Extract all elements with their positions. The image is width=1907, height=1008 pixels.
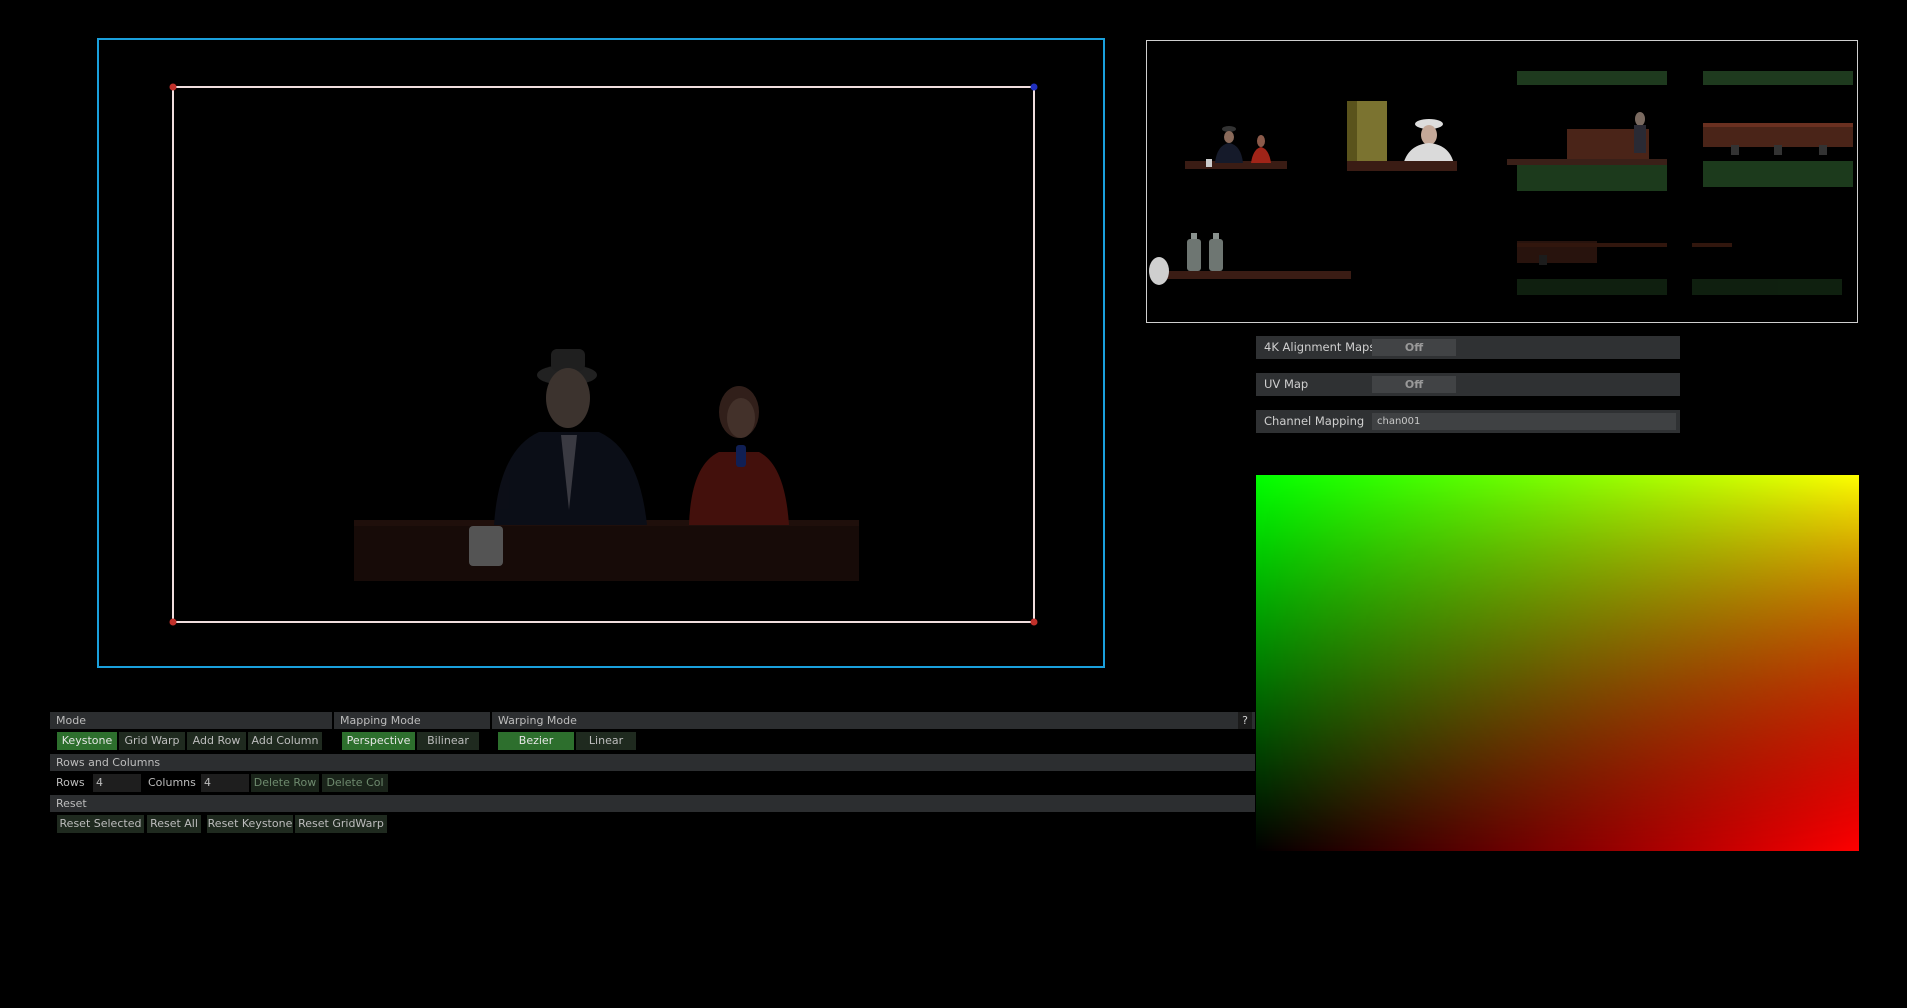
channel-mapping-label: Channel Mapping bbox=[1264, 414, 1365, 428]
alignment-maps-toggle[interactable]: Off bbox=[1372, 339, 1456, 356]
mode-grid-warp-button[interactable]: Grid Warp bbox=[119, 732, 185, 750]
warping-linear-button[interactable]: Linear bbox=[576, 732, 636, 750]
warping-bezier-button[interactable]: Bezier bbox=[498, 732, 574, 750]
thumbnail-grid bbox=[1149, 71, 1853, 295]
mode-keystone-button[interactable]: Keystone bbox=[57, 732, 117, 750]
rows-columns-header: Rows and Columns bbox=[50, 754, 1255, 771]
add-row-button[interactable]: Add Row bbox=[187, 732, 246, 750]
keystone-viewport[interactable] bbox=[97, 38, 1105, 668]
mode-header: Mode bbox=[50, 712, 332, 729]
channel-mapping-field[interactable]: chan001 bbox=[1372, 413, 1676, 430]
uv-map-row: UV Map Off bbox=[1256, 373, 1680, 396]
warping-mode-header: Warping Mode bbox=[492, 712, 1255, 729]
mapping-perspective-button[interactable]: Perspective bbox=[342, 732, 415, 750]
uv-gradient-red-channel bbox=[1256, 475, 1859, 851]
corner-handle-top-right[interactable] bbox=[1030, 83, 1038, 91]
thumbnail-counter bbox=[1703, 71, 1853, 187]
rows-label: Rows bbox=[56, 776, 85, 789]
columns-label: Columns bbox=[148, 776, 196, 789]
corner-handle-top-left[interactable] bbox=[169, 83, 177, 91]
scene-figures bbox=[354, 349, 859, 581]
corner-handle-bottom-left[interactable] bbox=[169, 618, 177, 626]
thumbnail-couple bbox=[1185, 126, 1287, 169]
help-button[interactable]: ? bbox=[1238, 712, 1252, 729]
uv-gradient-preview bbox=[1256, 475, 1859, 851]
reset-keystone-button[interactable]: Reset Keystone bbox=[207, 815, 293, 833]
uv-map-label: UV Map bbox=[1264, 377, 1309, 391]
channel-mapping-row: Channel Mapping chan001 bbox=[1256, 410, 1680, 433]
alignment-maps-label: 4K Alignment Maps bbox=[1264, 340, 1376, 354]
add-column-button[interactable]: Add Column bbox=[248, 732, 322, 750]
corner-handle-bottom-right[interactable] bbox=[1030, 618, 1038, 626]
viewport-canvas bbox=[169, 83, 1038, 626]
columns-input[interactable]: 4 bbox=[201, 774, 249, 792]
thumbnail-urns bbox=[1149, 233, 1351, 285]
delete-row-button[interactable]: Delete Row bbox=[251, 774, 319, 792]
rows-input[interactable]: 4 bbox=[93, 774, 141, 792]
alignment-maps-row: 4K Alignment Maps Off bbox=[1256, 336, 1680, 359]
thumbnail-dim-counter bbox=[1517, 241, 1842, 295]
mapping-mode-header: Mapping Mode bbox=[334, 712, 490, 729]
thumbnail-cook bbox=[1347, 101, 1457, 171]
source-thumbnails bbox=[1146, 40, 1858, 323]
mapping-bilinear-button[interactable]: Bilinear bbox=[417, 732, 479, 750]
thumbnail-diner-man bbox=[1507, 71, 1667, 191]
reset-header: Reset bbox=[50, 795, 1255, 812]
reset-gridwarp-button[interactable]: Reset GridWarp bbox=[295, 815, 387, 833]
reset-selected-button[interactable]: Reset Selected bbox=[57, 815, 144, 833]
delete-col-button[interactable]: Delete Col bbox=[322, 774, 388, 792]
reset-all-button[interactable]: Reset All bbox=[147, 815, 201, 833]
uv-map-toggle[interactable]: Off bbox=[1372, 376, 1456, 393]
